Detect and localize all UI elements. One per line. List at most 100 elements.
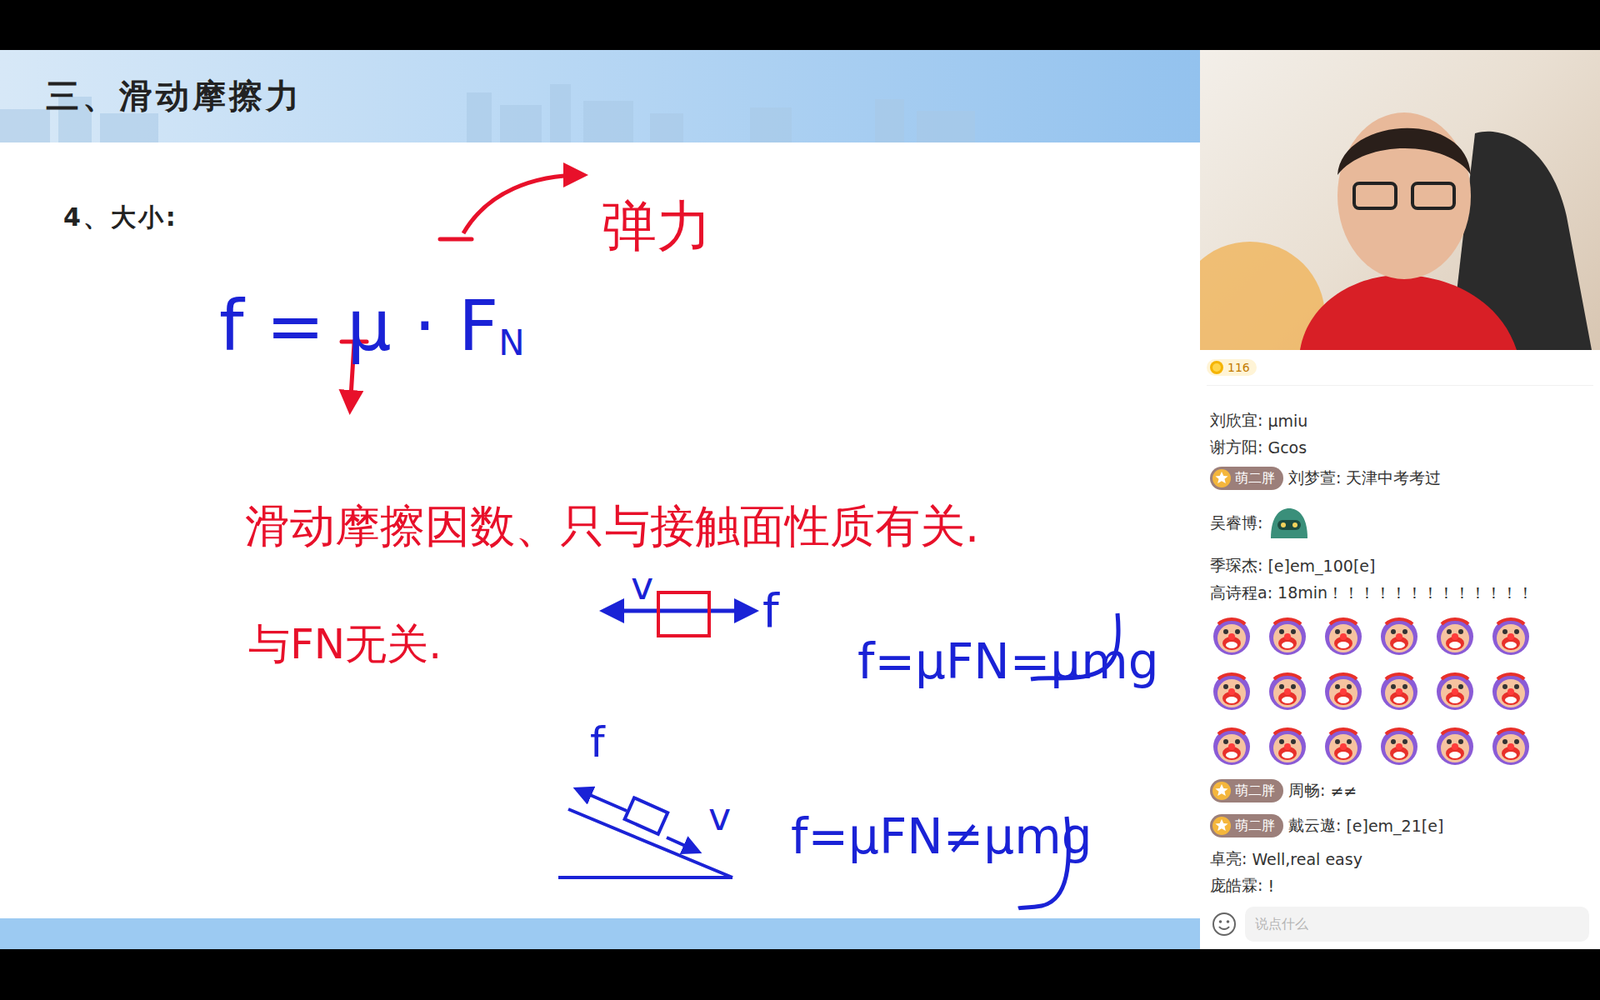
handwritten-note: 弹力 xyxy=(601,199,712,255)
clown-sticker-icon xyxy=(1377,669,1421,713)
sender-name: 庞皓霖: xyxy=(1210,875,1263,897)
clown-sticker-icon xyxy=(1489,669,1533,713)
handwritten-note: f=μFN=μmg xyxy=(857,637,1159,686)
clown-sticker-icon xyxy=(1377,614,1421,658)
clown-sticker-icon xyxy=(1433,614,1477,658)
note-text: f=μFN≠μmg xyxy=(790,808,1092,865)
chat-message xyxy=(1210,605,1600,776)
badge-label: 萌二胖 xyxy=(1235,817,1275,835)
clown-sticker-icon xyxy=(1489,614,1533,658)
clown-sticker-icon xyxy=(1265,724,1310,768)
main-area: 三、滑动摩擦力 4、大小: 弹力 f = μ · FN 滑动摩擦因数、只与接触面性质有关… xyxy=(0,50,1600,950)
slide: 三、滑动摩擦力 4、大小: 弹力 f = μ · FN 滑动摩擦因数、只与接触面性质有关… xyxy=(0,50,1200,950)
chat-message: 刘欣宜:μmiu xyxy=(1210,407,1600,435)
chat-message: 萌二胖周畅: ≠≠ xyxy=(1210,775,1600,806)
sender-name: 卓亮: xyxy=(1210,848,1247,870)
sender-name: 刘梦萱: xyxy=(1288,467,1341,490)
sender-name: 吴睿博: xyxy=(1210,512,1263,535)
handwritten-note: v xyxy=(708,797,731,836)
badge-label: 萌二胖 xyxy=(1235,782,1275,800)
sticker-grid xyxy=(1210,609,1533,773)
clown-sticker-icon xyxy=(1265,669,1310,713)
message-text: Well,real easy xyxy=(1251,850,1362,869)
message-text: 天津中考考过 xyxy=(1345,467,1441,490)
note-text: f xyxy=(590,718,605,767)
clown-sticker-icon xyxy=(1433,669,1477,713)
message-text: Gcos xyxy=(1267,438,1307,457)
star-icon xyxy=(1211,468,1232,489)
bottom-bar xyxy=(0,949,1600,1000)
note-text: 弹力 xyxy=(601,194,712,259)
robot-sticker-icon xyxy=(1267,505,1311,542)
teacher-video xyxy=(1200,50,1600,350)
emoji-icon[interactable] xyxy=(1211,911,1237,937)
clown-sticker-icon xyxy=(1321,669,1365,713)
clown-sticker-icon xyxy=(1210,614,1254,658)
note-text: f xyxy=(762,583,780,638)
message-text: [e]em_100[e] xyxy=(1267,556,1375,575)
note-text: v xyxy=(708,794,731,840)
clown-sticker-icon xyxy=(1210,724,1254,768)
sender-name: 谢方阳: xyxy=(1210,436,1263,459)
chat-message: 季琛杰:[e]em_100[e] xyxy=(1210,550,1600,581)
handwritten-note: f xyxy=(590,721,605,764)
chat-message: 卓亮:Well,real easy xyxy=(1210,845,1600,873)
handwritten-note: f = μ · FN xyxy=(219,290,525,361)
chat-list: 刘欣宜:μmiu谢方阳:Gcos萌二胖刘梦萱:天津中考考过吴睿博:季琛杰:[e]… xyxy=(1200,407,1600,899)
slide-title: 三、滑动摩擦力 xyxy=(45,73,303,120)
section-heading: 4、大小: xyxy=(63,200,179,235)
sender-name: 刘欣宜: xyxy=(1210,410,1263,432)
handwritten-note: v xyxy=(630,566,654,605)
chat-message: 高诗程a:18min！！！！！！！！！！！！！ xyxy=(1210,580,1600,606)
handwritten-note: 与FN无关. xyxy=(248,623,442,665)
clown-sticker-icon xyxy=(1321,614,1365,658)
chat-message: 萌二胖刘梦萱:天津中考考过 xyxy=(1210,460,1600,496)
slide-footer xyxy=(0,918,1200,950)
divider xyxy=(1206,385,1594,408)
chat-input-bar xyxy=(1200,898,1600,950)
clown-sticker-icon xyxy=(1321,724,1365,768)
handwritten-note: 滑动摩擦因数、只与接触面性质有关. xyxy=(245,504,980,550)
chat-message: 谢方阳:Gcos xyxy=(1210,434,1600,461)
side-panel: 116刘欣宜:μmiu谢方阳:Gcos萌二胖刘梦萱:天津中考考过吴睿博:季琛杰:… xyxy=(1200,50,1600,950)
chat-message: 吴睿博: xyxy=(1210,495,1600,551)
message-text: μmiu xyxy=(1267,411,1308,430)
message-text: ! xyxy=(1267,876,1275,895)
message-text: ≠≠ xyxy=(1330,781,1357,800)
webcam-frame-icon xyxy=(1200,50,1600,350)
note-text: 滑动摩擦因数、只与接触面性质有关. xyxy=(245,500,980,553)
note-text: 与FN无关. xyxy=(248,620,442,669)
sender-name: 季琛杰: xyxy=(1210,555,1263,577)
chat-message: 萌二胖戴云遨:[e]em_21[e] xyxy=(1210,805,1600,846)
clown-sticker-icon xyxy=(1489,724,1533,768)
clown-sticker-icon xyxy=(1265,614,1310,658)
note-text: f = μ · F xyxy=(219,285,499,367)
top-bar xyxy=(0,0,1600,50)
coin-badge: 116 xyxy=(1206,359,1257,376)
user-badge: 萌二胖 xyxy=(1210,814,1284,838)
coin-icon xyxy=(1209,360,1225,375)
user-badge: 萌二胖 xyxy=(1210,779,1284,803)
note-text: f=μFN=μmg xyxy=(857,633,1159,690)
slide-header: 三、滑动摩擦力 xyxy=(0,50,1200,143)
star-icon xyxy=(1211,780,1232,801)
star-icon xyxy=(1211,815,1232,836)
coin-count: 116 xyxy=(1227,360,1250,375)
badge-label: 萌二胖 xyxy=(1235,470,1275,488)
sender-name: 高诗程a: xyxy=(1210,582,1273,605)
user-badge: 萌二胖 xyxy=(1210,466,1284,490)
clown-sticker-icon xyxy=(1433,724,1477,768)
clown-sticker-icon xyxy=(1377,724,1421,768)
sender-name: 周畅: xyxy=(1288,780,1325,802)
chat-input[interactable] xyxy=(1245,906,1590,942)
coin-row: 116 xyxy=(1200,350,1600,385)
clown-sticker-icon xyxy=(1210,669,1254,713)
message-text: 18min！！！！！！！！！！！！！ xyxy=(1277,582,1534,605)
handwritten-note: f xyxy=(762,587,780,635)
chat-message: 庞皓霖:! xyxy=(1210,872,1600,899)
note-subscript: N xyxy=(498,322,525,364)
note-text: v xyxy=(630,563,654,609)
sender-name: 戴云遨: xyxy=(1288,815,1341,837)
handwritten-note: f=μFN≠μmg xyxy=(790,812,1092,861)
message-text: [e]em_21[e] xyxy=(1345,816,1444,835)
